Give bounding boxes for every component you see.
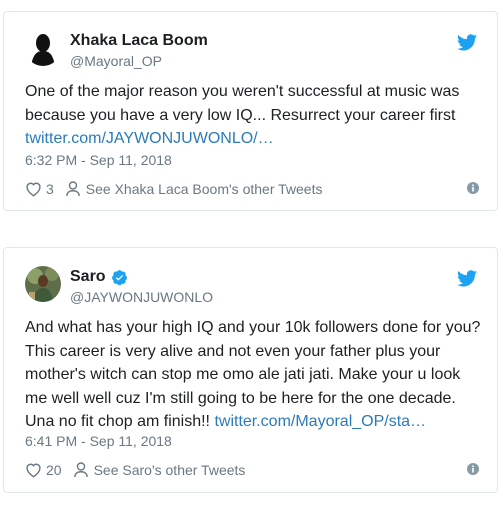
avatar[interactable] <box>25 30 61 66</box>
other-tweets-link[interactable]: See Xhaka Laca Boom's other Tweets <box>86 181 323 197</box>
heart-icon[interactable] <box>25 462 42 478</box>
tweet-text-line: mother's witch can stop me omo ale jati … <box>25 366 461 383</box>
like-count[interactable]: 3 <box>46 181 54 197</box>
tweet-text-line: This career is very alive and not even y… <box>25 342 441 360</box>
info-icon[interactable] <box>467 463 479 475</box>
like-count[interactable]: 20 <box>46 462 62 478</box>
twitter-bird-icon[interactable] <box>457 34 477 51</box>
other-tweets-link[interactable]: See Saro's other Tweets <box>94 462 246 478</box>
heart-icon[interactable] <box>25 181 42 197</box>
tweet-text-line: One of the major reason you weren't succ… <box>25 83 460 100</box>
tweet-text-line: me well well cuz I'm still going to be h… <box>25 389 456 407</box>
author-name[interactable]: Xhaka Laca Boom <box>70 32 208 50</box>
avatar[interactable] <box>25 266 61 302</box>
tweet-text-line: Una no fit chop am finish!! <box>25 413 215 430</box>
tweet-link[interactable]: twitter.com/Mayoral_OP/sta… <box>214 413 426 430</box>
tweet-card: Saro @JAYWONJUWONLO And what has your hi… <box>3 247 498 493</box>
tweet-text: And what has your high IQ and your 10k f… <box>25 316 483 434</box>
timestamp[interactable]: 6:32 PM - Sep 11, 2018 <box>25 152 172 168</box>
tweet-actions: 20 See Saro's other Tweets <box>25 460 479 480</box>
person-icon <box>65 181 80 197</box>
info-icon[interactable] <box>467 182 479 194</box>
author-handle[interactable]: @Mayoral_OP <box>70 53 162 69</box>
verified-badge-icon <box>111 269 127 285</box>
tweet-link[interactable]: twitter.com/JAYWONJUWONLO/… <box>25 130 274 147</box>
tweet-card: Xhaka Laca Boom @Mayoral_OP One of the m… <box>3 11 498 211</box>
twitter-bird-icon[interactable] <box>457 270 477 287</box>
tweet-text-line: because you have a very low IQ... Resurr… <box>25 106 456 124</box>
timestamp[interactable]: 6:41 PM - Sep 11, 2018 <box>25 433 172 449</box>
tweet-actions: 3 See Xhaka Laca Boom's other Tweets <box>25 179 479 199</box>
author-name[interactable]: Saro <box>70 268 128 286</box>
person-icon <box>73 462 88 478</box>
author-handle[interactable]: @JAYWONJUWONLO <box>70 289 213 305</box>
tweet-text: One of the major reason you weren't succ… <box>25 80 483 151</box>
tweet-text-line: And what has your high IQ and your 10k f… <box>25 319 481 336</box>
